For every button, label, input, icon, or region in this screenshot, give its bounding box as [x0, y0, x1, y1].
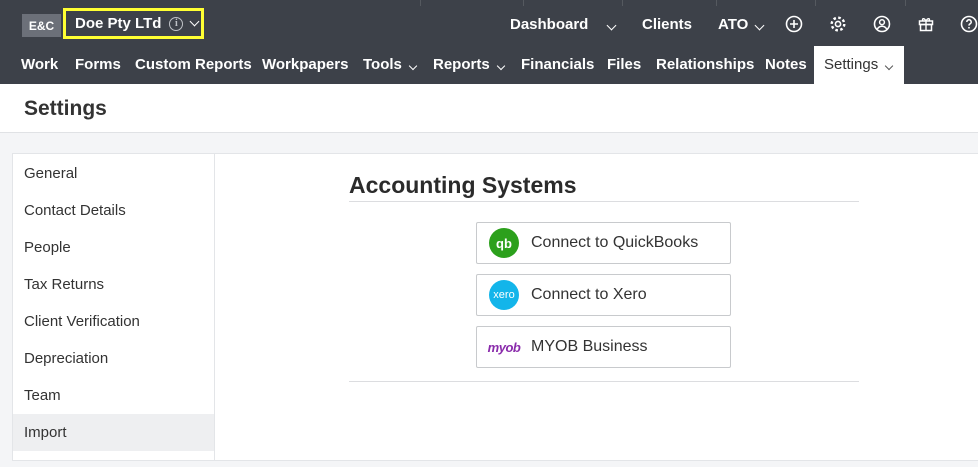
app-logo[interactable]: E&C — [22, 14, 61, 37]
nav-tools[interactable]: Tools — [363, 46, 418, 84]
user-circle-icon[interactable] — [873, 15, 891, 33]
help-circle-icon[interactable] — [960, 15, 978, 33]
dashboard-menu-toggle[interactable] — [606, 16, 617, 33]
connect-quickbooks-button[interactable]: qb Connect to QuickBooks — [476, 222, 731, 264]
dashboard-link[interactable]: Dashboard — [510, 16, 588, 33]
sidebar-item-team[interactable]: Team — [13, 377, 214, 414]
page-title: Settings — [24, 97, 107, 120]
xero-logo: xero — [489, 280, 519, 310]
sidebar-item-client-verification[interactable]: Client Verification — [13, 303, 214, 340]
sidebar-item-depreciation[interactable]: Depreciation — [13, 340, 214, 377]
clients-link[interactable]: Clients — [642, 16, 692, 33]
sidebar-item-people[interactable]: People — [13, 229, 214, 266]
myob-business-label: MYOB Business — [531, 338, 648, 355]
gear-icon[interactable] — [829, 15, 847, 33]
nav-notes[interactable]: Notes — [765, 46, 807, 84]
sidebar-item-import[interactable]: Import — [13, 414, 214, 451]
nav-reports-label: Reports — [433, 56, 490, 73]
section-bottom-divider — [349, 381, 859, 382]
settings-panel: General Contact Details People Tax Retur… — [12, 153, 978, 461]
nav-settings-label: Settings — [824, 56, 879, 73]
nav-workpapers[interactable]: Workpapers — [262, 46, 348, 84]
connect-xero-button[interactable]: xero Connect to Xero — [476, 274, 731, 316]
nav-forms[interactable]: Forms — [75, 46, 121, 84]
title-divider — [349, 201, 859, 202]
nav-work[interactable]: Work — [21, 46, 58, 84]
nav-custom-reports[interactable]: Custom Reports — [135, 46, 252, 84]
nav-financials[interactable]: Financials — [521, 46, 594, 84]
sidebar-item-contact-details[interactable]: Contact Details — [13, 192, 214, 229]
client-name: Doe Pty LTd — [75, 15, 162, 32]
myob-business-button[interactable]: myob MYOB Business — [476, 326, 731, 368]
nav-tools-label: Tools — [363, 56, 402, 73]
ato-label: ATO — [718, 16, 749, 33]
sidebar-item-tax-returns[interactable]: Tax Returns — [13, 266, 214, 303]
gift-icon[interactable] — [917, 15, 935, 33]
top-divider-lines — [0, 0, 978, 6]
main-nav: Work Forms Custom Reports Workpapers Too… — [0, 46, 978, 84]
add-circle-icon[interactable] — [785, 15, 803, 33]
settings-sidebar: General Contact Details People Tax Retur… — [13, 154, 215, 460]
info-icon[interactable]: i — [169, 16, 184, 31]
nav-reports[interactable]: Reports — [433, 46, 505, 84]
chevron-down-icon — [408, 61, 418, 71]
myob-logo: myob — [487, 339, 521, 355]
client-switcher[interactable]: Doe Pty LTd i — [63, 8, 204, 39]
chevron-down-icon — [189, 16, 200, 27]
sidebar-item-general[interactable]: General — [13, 155, 214, 192]
connect-quickbooks-label: Connect to QuickBooks — [531, 234, 699, 251]
chevron-down-icon — [496, 61, 505, 71]
chevron-down-icon — [606, 20, 617, 31]
ato-menu[interactable]: ATO — [718, 16, 765, 33]
nav-settings[interactable]: Settings — [814, 46, 904, 84]
top-bar: E&C Doe Pty LTd i Dashboard Clients ATO … — [0, 0, 978, 84]
page-header: Settings — [0, 84, 978, 133]
nav-relationships[interactable]: Relationships — [656, 46, 754, 84]
nav-files[interactable]: Files — [607, 46, 641, 84]
section-title: Accounting Systems — [349, 172, 577, 198]
chevron-down-icon — [755, 20, 765, 31]
quickbooks-logo: qb — [489, 228, 519, 258]
chevron-down-icon — [884, 61, 894, 71]
connect-xero-label: Connect to Xero — [531, 286, 647, 303]
